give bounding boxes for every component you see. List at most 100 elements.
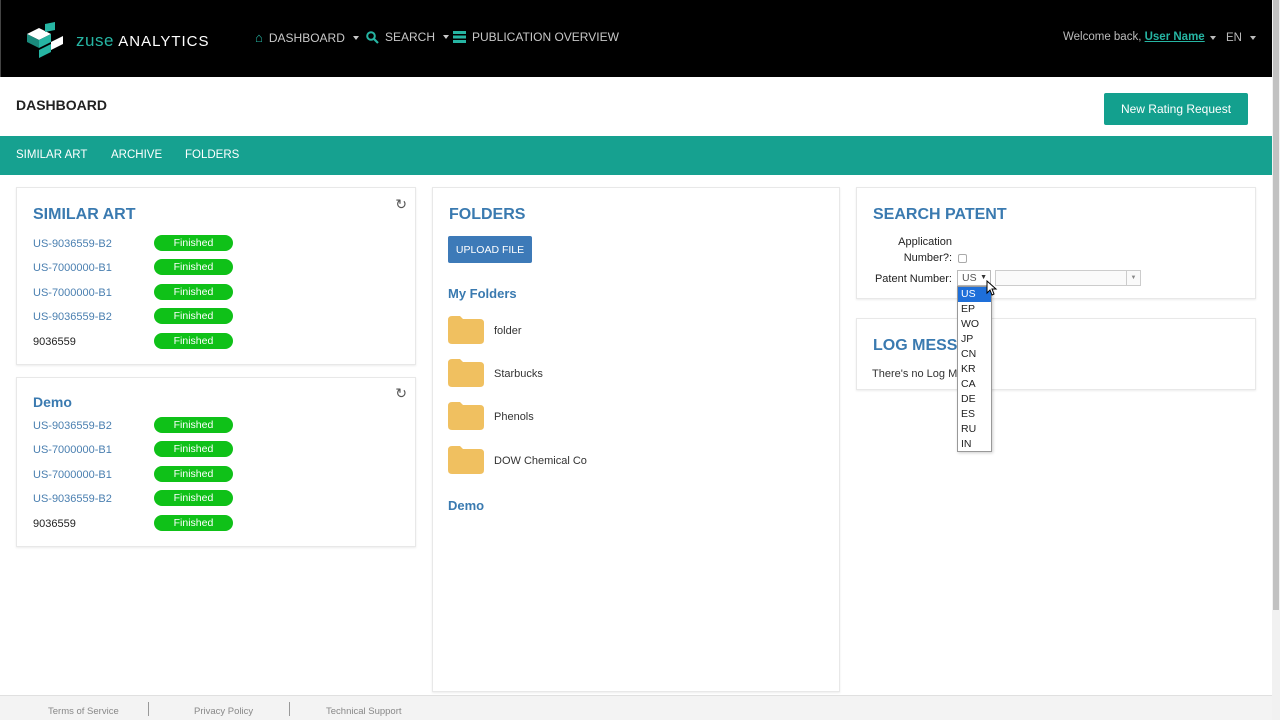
new-rating-request-button[interactable]: New Rating Request <box>1104 93 1248 125</box>
log-messages-title: LOG MESSA <box>873 337 970 354</box>
folder-name: DOW Chemical Co <box>494 455 587 467</box>
language-label: EN <box>1226 32 1242 44</box>
folders-panel: FOLDERS UPLOAD FILE My Folders folder St… <box>432 187 840 692</box>
patent-link[interactable]: US-9036559-B2 <box>33 238 112 250</box>
patent-link[interactable]: US-7000000-B1 <box>33 262 112 274</box>
country-option[interactable]: DE <box>958 392 991 407</box>
refresh-icon[interactable]: ↻ <box>395 196 407 213</box>
country-option[interactable]: KR <box>958 362 991 377</box>
patent-link[interactable]: US-7000000-B1 <box>33 444 112 456</box>
patent-link[interactable]: US-9036559-B2 <box>33 420 112 432</box>
status-badge: Finished <box>154 235 233 251</box>
patent-link[interactable]: US-9036559-B2 <box>33 311 112 323</box>
footer: Terms of Service Privacy Policy Technica… <box>0 695 1272 720</box>
patent-link[interactable]: US-7000000-B1 <box>33 287 112 299</box>
footer-divider <box>289 702 290 716</box>
country-option[interactable]: IN <box>958 437 991 452</box>
patent-id: 9036559 <box>33 336 76 348</box>
upload-file-button[interactable]: UPLOAD FILE <box>448 236 532 263</box>
application-label-line1: Application <box>898 236 952 248</box>
country-option[interactable]: ES <box>958 407 991 422</box>
dropdown-arrow-icon[interactable]: ▼ <box>1126 271 1140 285</box>
privacy-policy-link[interactable]: Privacy Policy <box>194 706 253 717</box>
demo-row: US-9036559-B2 Finished <box>33 490 243 510</box>
page-scrollbar[interactable] <box>1272 0 1280 720</box>
status-badge: Finished <box>154 466 233 482</box>
log-empty-text: There's no Log Me <box>872 368 964 380</box>
folder-name: Phenols <box>494 411 534 423</box>
status-badge: Finished <box>154 333 233 349</box>
footer-divider <box>148 702 149 716</box>
folder-item[interactable]: folder <box>448 316 748 346</box>
folder-icon <box>448 402 484 430</box>
brand-name-part1: zuse <box>76 31 114 50</box>
welcome-message: Welcome back, User Name <box>1063 31 1216 43</box>
patent-number-combobox[interactable]: ▼ <box>995 270 1141 286</box>
country-option[interactable]: WO <box>958 317 991 332</box>
similar-art-panel: SIMILAR ART ↻ US-9036559-B2 Finished US-… <box>16 187 416 365</box>
demo-folders-title: Demo <box>448 498 485 513</box>
list-icon <box>453 31 466 43</box>
demo-panel: Demo ↻ US-9036559-B2 Finished US-7000000… <box>16 377 416 547</box>
status-badge: Finished <box>154 490 233 506</box>
patent-link[interactable]: US-9036559-B2 <box>33 493 112 505</box>
similar-art-title: SIMILAR ART <box>33 206 136 223</box>
home-icon: ⌂ <box>255 30 263 45</box>
brand-name[interactable]: zuse ANALYTICS <box>76 31 210 51</box>
folders-title: FOLDERS <box>449 206 526 223</box>
subnav-similar-art[interactable]: SIMILAR ART <box>16 149 87 161</box>
status-badge: Finished <box>154 441 233 457</box>
caret-down-icon <box>352 35 359 40</box>
country-option[interactable]: JP <box>958 332 991 347</box>
search-icon <box>366 30 379 44</box>
zuse-logo-icon[interactable] <box>25 22 65 58</box>
folder-item[interactable]: Phenols <box>448 402 748 432</box>
refresh-icon[interactable]: ↻ <box>395 385 407 402</box>
mouse-cursor-icon <box>986 280 998 296</box>
nav-search[interactable]: SEARCH <box>366 30 450 44</box>
folder-item[interactable]: Starbucks <box>448 359 748 389</box>
patent-number-label: Patent Number: <box>874 273 952 285</box>
user-menu-link[interactable]: User Name <box>1145 31 1205 43</box>
application-label-line2: Number?: <box>903 252 952 264</box>
terms-of-service-link[interactable]: Terms of Service <box>48 706 119 717</box>
language-selector[interactable]: EN <box>1226 32 1256 44</box>
nav-dashboard[interactable]: ⌂ DASHBOARD <box>255 30 359 45</box>
caret-down-icon <box>1209 36 1216 40</box>
similar-art-row: US-9036559-B2 Finished <box>33 235 243 255</box>
scrollbar-thumb[interactable] <box>1273 0 1279 610</box>
similar-art-row: US-9036559-B2 Finished <box>33 308 243 328</box>
search-patent-title: SEARCH PATENT <box>873 206 1007 223</box>
log-messages-panel: LOG MESSA There's no Log Me <box>856 318 1256 390</box>
nav-publication-overview[interactable]: PUBLICATION OVERVIEW <box>453 30 619 44</box>
patent-id: 9036559 <box>33 518 76 530</box>
demo-row: US-9036559-B2 Finished <box>33 417 243 437</box>
top-navbar: zuse ANALYTICS ⌂ DASHBOARD SEARCH PUBLIC… <box>0 0 1272 77</box>
country-option[interactable]: EP <box>958 302 991 317</box>
application-number-checkbox[interactable] <box>958 254 967 263</box>
similar-art-row: US-7000000-B1 Finished <box>33 259 243 279</box>
folder-icon <box>448 359 484 387</box>
subnav-archive[interactable]: ARCHIVE <box>111 149 162 161</box>
folder-name: Starbucks <box>494 368 543 380</box>
country-option[interactable]: RU <box>958 422 991 437</box>
status-badge: Finished <box>154 259 233 275</box>
page-title: DASHBOARD <box>16 97 107 113</box>
subnav-folders[interactable]: FOLDERS <box>185 149 239 161</box>
folder-icon <box>448 316 484 344</box>
demo-row: US-7000000-B1 Finished <box>33 466 243 486</box>
country-select-value: US <box>962 272 977 284</box>
nav-publication-overview-label: PUBLICATION OVERVIEW <box>472 30 619 44</box>
sub-navbar: SIMILAR ART ARCHIVE FOLDERS <box>0 136 1272 175</box>
folder-item[interactable]: DOW Chemical Co <box>448 446 748 476</box>
country-option[interactable]: CA <box>958 377 991 392</box>
application-number-label: Application Number?: <box>877 236 952 264</box>
country-option[interactable]: CN <box>958 347 991 362</box>
patent-link[interactable]: US-7000000-B1 <box>33 469 112 481</box>
nav-dashboard-label: DASHBOARD <box>268 30 345 45</box>
status-badge: Finished <box>154 515 233 531</box>
status-badge: Finished <box>154 308 233 324</box>
technical-support-link[interactable]: Technical Support <box>326 706 402 717</box>
folder-icon <box>448 446 484 474</box>
status-badge: Finished <box>154 284 233 300</box>
